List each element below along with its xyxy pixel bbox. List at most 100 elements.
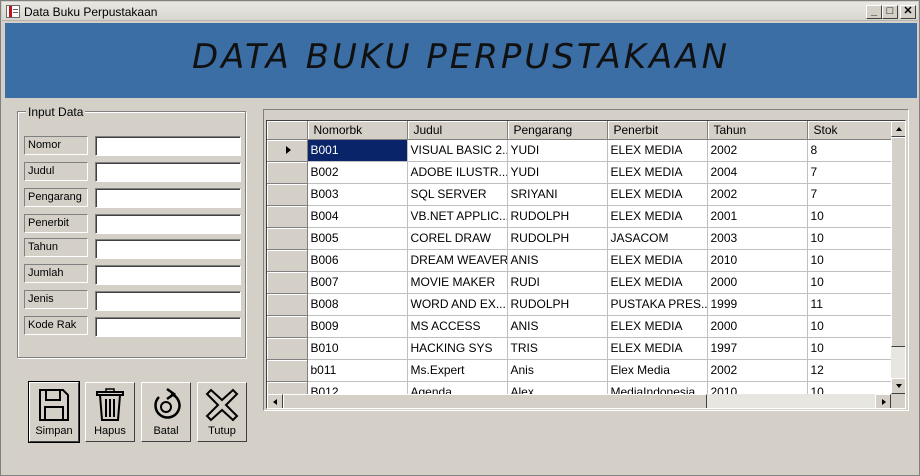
scroll-right-button[interactable] bbox=[875, 394, 891, 408]
maximize-button[interactable]: □ bbox=[882, 5, 898, 19]
scroll-up-button[interactable] bbox=[891, 121, 905, 137]
tutup-button[interactable]: Tutup bbox=[197, 382, 247, 442]
book-data-grid[interactable]: Nomorbk Judul Pengarang Penerbit Tahun S… bbox=[266, 120, 906, 409]
table-cell[interactable]: ANIS bbox=[507, 315, 608, 338]
table-row[interactable]: B003 SQL SERVER SRIYANI ELEX MEDIA 2002 … bbox=[267, 183, 892, 206]
table-row[interactable]: B010 HACKING SYS TRIS ELEX MEDIA 1997 10 bbox=[267, 337, 892, 360]
table-cell[interactable]: 2010 bbox=[707, 249, 808, 272]
table-row[interactable]: B001 VISUAL BASIC 2... YUDI ELEX MEDIA 2… bbox=[267, 139, 892, 162]
table-cell[interactable]: Anis bbox=[507, 359, 608, 382]
table-cell[interactable]: SRIYANI bbox=[507, 183, 608, 206]
table-cell[interactable]: B001 bbox=[307, 139, 408, 162]
row-header[interactable] bbox=[267, 227, 308, 250]
table-cell[interactable]: 1999 bbox=[707, 293, 808, 316]
row-header[interactable] bbox=[267, 337, 308, 360]
table-cell[interactable]: ELEX MEDIA bbox=[607, 161, 708, 184]
table-cell[interactable]: 2000 bbox=[707, 315, 808, 338]
batal-button[interactable]: Batal bbox=[141, 382, 191, 442]
table-cell[interactable]: 8 bbox=[807, 139, 892, 162]
table-cell[interactable]: ELEX MEDIA bbox=[607, 183, 708, 206]
column-header-stok[interactable]: Stok bbox=[807, 121, 892, 140]
row-header[interactable] bbox=[267, 293, 308, 316]
row-header-current[interactable] bbox=[267, 139, 308, 162]
table-cell[interactable]: B003 bbox=[307, 183, 408, 206]
judul-input[interactable] bbox=[95, 162, 241, 182]
table-cell[interactable]: ELEX MEDIA bbox=[607, 337, 708, 360]
table-cell[interactable]: VISUAL BASIC 2... bbox=[407, 139, 508, 162]
table-row[interactable]: B009 MS ACCESS ANIS ELEX MEDIA 2000 10 bbox=[267, 315, 892, 338]
nomor-input[interactable] bbox=[95, 136, 241, 156]
table-row[interactable]: B005 COREL DRAW RUDOLPH JASACOM 2003 10 bbox=[267, 227, 892, 250]
table-cell[interactable]: 1997 bbox=[707, 337, 808, 360]
table-row[interactable]: b011 Ms.Expert Anis Elex Media 2002 12 bbox=[267, 359, 892, 382]
table-cell[interactable]: ELEX MEDIA bbox=[607, 249, 708, 272]
row-header[interactable] bbox=[267, 183, 308, 206]
table-cell[interactable]: YUDI bbox=[507, 161, 608, 184]
table-cell[interactable]: ELEX MEDIA bbox=[607, 139, 708, 162]
table-cell[interactable]: 2002 bbox=[707, 183, 808, 206]
table-cell[interactable]: 11 bbox=[807, 293, 892, 316]
table-cell[interactable]: ANIS bbox=[507, 249, 608, 272]
horizontal-scrollbar[interactable] bbox=[267, 394, 891, 408]
table-row[interactable]: B008 WORD AND EX... RUDOLPH PUSTAKA PRES… bbox=[267, 293, 892, 316]
row-header[interactable] bbox=[267, 315, 308, 338]
kode-rak-input[interactable] bbox=[95, 317, 241, 337]
scroll-down-button[interactable] bbox=[891, 378, 905, 394]
table-cell[interactable]: JASACOM bbox=[607, 227, 708, 250]
hapus-button[interactable]: Hapus bbox=[85, 382, 135, 442]
table-cell[interactable]: B010 bbox=[307, 337, 408, 360]
table-cell[interactable]: B004 bbox=[307, 205, 408, 228]
table-cell[interactable]: DREAM WEAVER bbox=[407, 249, 508, 272]
scroll-left-button[interactable] bbox=[267, 394, 283, 408]
table-cell[interactable]: B007 bbox=[307, 271, 408, 294]
table-cell[interactable]: 10 bbox=[807, 337, 892, 360]
table-cell[interactable]: Ms.Expert bbox=[407, 359, 508, 382]
table-cell[interactable]: ADOBE ILUSTR... bbox=[407, 161, 508, 184]
table-cell[interactable]: 12 bbox=[807, 359, 892, 382]
table-cell[interactable]: 7 bbox=[807, 183, 892, 206]
row-header[interactable] bbox=[267, 249, 308, 272]
close-button[interactable]: ✕ bbox=[900, 5, 916, 19]
jumlah-input[interactable] bbox=[95, 265, 241, 285]
table-cell[interactable]: TRIS bbox=[507, 337, 608, 360]
vertical-scrollbar[interactable] bbox=[891, 121, 905, 394]
table-cell[interactable]: RUDI bbox=[507, 271, 608, 294]
table-cell[interactable]: ELEX MEDIA bbox=[607, 205, 708, 228]
table-cell[interactable]: 2003 bbox=[707, 227, 808, 250]
horizontal-scroll-thumb[interactable] bbox=[283, 394, 707, 408]
table-cell[interactable]: 10 bbox=[807, 315, 892, 338]
minimize-button[interactable]: _ bbox=[866, 5, 882, 19]
row-header[interactable] bbox=[267, 205, 308, 228]
table-cell[interactable]: 2004 bbox=[707, 161, 808, 184]
penerbit-input[interactable] bbox=[95, 214, 241, 234]
table-cell[interactable]: 10 bbox=[807, 205, 892, 228]
table-cell[interactable]: B002 bbox=[307, 161, 408, 184]
table-cell[interactable]: RUDOLPH bbox=[507, 293, 608, 316]
table-cell[interactable]: COREL DRAW bbox=[407, 227, 508, 250]
table-cell[interactable]: 2002 bbox=[707, 359, 808, 382]
table-cell[interactable]: WORD AND EX... bbox=[407, 293, 508, 316]
table-cell[interactable]: ELEX MEDIA bbox=[607, 315, 708, 338]
table-cell[interactable]: B006 bbox=[307, 249, 408, 272]
table-cell[interactable]: 10 bbox=[807, 227, 892, 250]
simpan-button[interactable]: Simpan bbox=[28, 381, 80, 443]
vertical-scroll-thumb[interactable] bbox=[891, 137, 905, 347]
table-cell[interactable]: VB.NET APPLIC... bbox=[407, 205, 508, 228]
column-header-judul[interactable]: Judul bbox=[407, 121, 508, 140]
pengarang-input[interactable] bbox=[95, 188, 241, 208]
column-header-tahun[interactable]: Tahun bbox=[707, 121, 808, 140]
table-cell[interactable]: 2002 bbox=[707, 139, 808, 162]
table-cell[interactable]: B008 bbox=[307, 293, 408, 316]
jenis-input[interactable] bbox=[95, 291, 241, 311]
column-header-pengarang[interactable]: Pengarang bbox=[507, 121, 608, 140]
table-row[interactable]: B004 VB.NET APPLIC... RUDOLPH ELEX MEDIA… bbox=[267, 205, 892, 228]
title-bar[interactable]: Data Buku Perpustakaan _ □ ✕ bbox=[2, 2, 918, 21]
table-cell[interactable]: 10 bbox=[807, 271, 892, 294]
table-cell[interactable]: b011 bbox=[307, 359, 408, 382]
column-header-penerbit[interactable]: Penerbit bbox=[607, 121, 708, 140]
table-row[interactable]: B006 DREAM WEAVER ANIS ELEX MEDIA 2010 1… bbox=[267, 249, 892, 272]
table-cell[interactable]: 2001 bbox=[707, 205, 808, 228]
table-cell[interactable]: RUDOLPH bbox=[507, 205, 608, 228]
table-cell[interactable]: PUSTAKA PRES... bbox=[607, 293, 708, 316]
column-header-nomorbk[interactable]: Nomorbk bbox=[307, 121, 408, 140]
